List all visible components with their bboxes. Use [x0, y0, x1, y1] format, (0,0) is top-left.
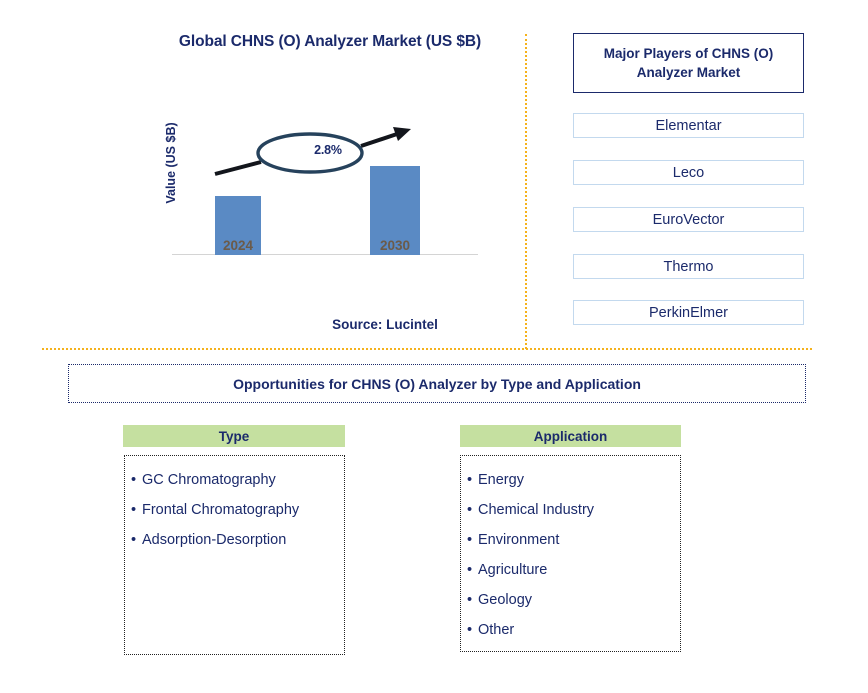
- list-item: • Frontal Chromatography: [131, 495, 344, 525]
- player-item-elementar[interactable]: Elementar: [573, 113, 804, 138]
- bullet-icon: •: [467, 532, 473, 548]
- list-item: • Geology: [467, 585, 680, 615]
- chart-title: Global CHNS (O) Analyzer Market (US $B): [178, 33, 482, 50]
- list-item-label: Agriculture: [478, 562, 548, 578]
- player-label: Elementar: [655, 117, 722, 134]
- opportunities-banner-label: Opportunities for CHNS (O) Analyzer by T…: [233, 375, 641, 392]
- list-item-label: Adsorption-Desorption: [142, 532, 287, 548]
- vertical-divider: [525, 34, 527, 349]
- bar-chart: Value (US $B) 2024 2030 2.8%: [155, 110, 495, 255]
- list-item: • Chemical Industry: [467, 495, 680, 525]
- type-column-header: Type: [123, 425, 345, 447]
- list-item: • Environment: [467, 525, 680, 555]
- player-item-thermo[interactable]: Thermo: [573, 254, 804, 279]
- major-players-header: Major Players of CHNS (O) Analyzer Marke…: [573, 33, 804, 93]
- application-column-header: Application: [460, 425, 681, 447]
- chart-y-axis-label: Value (US $B): [164, 122, 178, 204]
- player-label: Leco: [672, 164, 705, 181]
- player-item-eurovector[interactable]: EuroVector: [573, 207, 804, 232]
- player-item-perkinelmer[interactable]: PerkinElmer: [573, 300, 804, 325]
- list-item-label: Frontal Chromatography: [142, 502, 300, 518]
- major-players-header-label: Major Players of CHNS (O) Analyzer Marke…: [603, 46, 774, 80]
- bullet-icon: •: [467, 502, 473, 518]
- chart-source: Source: Lucintel: [332, 317, 438, 332]
- list-item-label: GC Chromatography: [142, 472, 276, 488]
- list-item: • Energy: [467, 465, 680, 495]
- tick-label-2024: 2024: [222, 238, 254, 253]
- list-item-label: Geology: [478, 592, 533, 608]
- horizontal-divider: [42, 348, 812, 350]
- bullet-icon: •: [467, 562, 473, 578]
- list-item-label: Energy: [478, 472, 524, 488]
- list-item: • GC Chromatography: [131, 465, 344, 495]
- bullet-icon: •: [467, 592, 473, 608]
- type-list: • GC Chromatography • Frontal Chromatograp…: [131, 465, 344, 555]
- player-label: PerkinElmer: [649, 304, 728, 321]
- bullet-icon: •: [467, 472, 473, 488]
- bullet-icon: •: [131, 532, 137, 548]
- list-item: • Other: [467, 615, 680, 645]
- list-item-label: Other: [478, 622, 515, 638]
- type-column-body: • GC Chromatography • Frontal Chromatograp…: [124, 455, 345, 655]
- application-list: • Energy • Chemical Industry • Environment …: [467, 465, 680, 645]
- bullet-icon: •: [131, 472, 137, 488]
- bullet-icon: •: [467, 622, 473, 638]
- player-label: Thermo: [663, 258, 714, 275]
- list-item: • Agriculture: [467, 555, 680, 585]
- application-column-header-label: Application: [533, 428, 608, 444]
- application-column-body: • Energy • Chemical Industry • Environment …: [460, 455, 681, 652]
- opportunities-banner: Opportunities for CHNS (O) Analyzer by T…: [68, 364, 806, 403]
- list-item-label: Chemical Industry: [478, 502, 595, 518]
- cagr-value: 2.8%: [314, 143, 342, 157]
- list-item: • Adsorption-Desorption: [131, 525, 344, 555]
- tick-label-2030: 2030: [379, 238, 411, 253]
- infographic-page: Global CHNS (O) Analyzer Market (US $B) …: [0, 0, 868, 693]
- type-column-header-label: Type: [218, 428, 250, 444]
- bullet-icon: •: [131, 502, 137, 518]
- player-item-leco[interactable]: Leco: [573, 160, 804, 185]
- list-item-label: Environment: [478, 532, 560, 548]
- player-label: EuroVector: [652, 211, 725, 228]
